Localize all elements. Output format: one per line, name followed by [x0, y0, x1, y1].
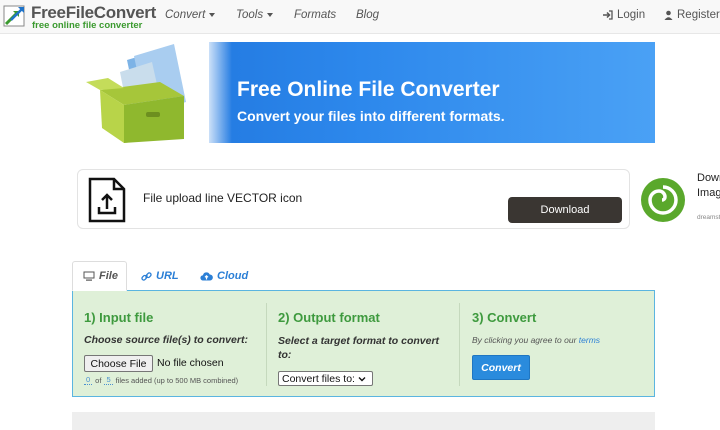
- tab-file-label: File: [99, 270, 118, 282]
- tab-url[interactable]: URL: [141, 261, 179, 291]
- terms-agreement: By clicking you agree to our terms: [472, 335, 600, 345]
- step2-title: 2) Output format: [278, 310, 380, 325]
- banner-image: [72, 42, 209, 143]
- login-link[interactable]: Login: [603, 9, 645, 21]
- no-file-text: No file chosen: [157, 357, 224, 369]
- content-placeholder: [72, 412, 655, 430]
- files-max-count: 5: [104, 375, 113, 385]
- column-divider: [459, 303, 460, 386]
- cloud-upload-icon: [200, 272, 213, 281]
- ad-side-text-1: Down: [697, 172, 720, 184]
- site-logo[interactable]: FreeFileConvert free online file convert…: [3, 3, 156, 31]
- choose-file-button[interactable]: Choose File: [84, 355, 153, 372]
- hero-banner: Free Online File Converter Convert your …: [72, 42, 655, 143]
- output-format-select[interactable]: Convert files to:: [278, 371, 373, 386]
- brand-tagline: free online file converter: [32, 20, 143, 31]
- chevron-down-icon: [267, 12, 274, 17]
- convert-button[interactable]: Convert: [472, 355, 530, 380]
- nav-formats[interactable]: Formats: [294, 9, 336, 21]
- monitor-icon: [83, 271, 95, 281]
- banner-subtitle: Convert your files into different format…: [237, 108, 505, 124]
- nav-blog[interactable]: Blog: [356, 9, 379, 21]
- size-limit-text: files added (up to 500 MB combined): [115, 375, 239, 385]
- register-label: Register: [677, 9, 720, 21]
- register-link[interactable]: Register: [664, 9, 720, 21]
- logo-arrows-icon: [3, 5, 25, 27]
- chevron-down-icon: [209, 12, 216, 17]
- top-navbar: FreeFileConvert free online file convert…: [0, 0, 720, 34]
- step3-title: 3) Convert: [472, 310, 537, 325]
- ad-side-text-2: Imag: [697, 187, 720, 199]
- link-icon: [141, 271, 152, 281]
- column-divider: [266, 303, 267, 386]
- step1-desc: Choose source file(s) to convert:: [84, 334, 248, 346]
- select-value: Convert files to:: [282, 372, 355, 385]
- step2-desc: Select a target format to convert to:: [278, 335, 440, 361]
- nav-formats-label: Formats: [294, 9, 337, 21]
- step1-title: 1) Input file: [84, 310, 154, 325]
- agree-text: By clicking you agree to our: [472, 335, 577, 345]
- storage-box-icon: [86, 44, 186, 143]
- nav-blog-label: Blog: [356, 9, 380, 21]
- files-count-line: 0 of 5 files added (up to 500 MB combine…: [84, 375, 238, 385]
- nav-convert[interactable]: Convert: [165, 9, 216, 21]
- login-label: Login: [617, 9, 646, 21]
- ad-download-button[interactable]: Download: [508, 197, 622, 223]
- file-upload-icon: [88, 177, 126, 223]
- dreamstime-logo-icon[interactable]: [640, 177, 686, 223]
- files-added-count: 0: [84, 375, 93, 385]
- sign-in-icon: [603, 10, 613, 20]
- tab-url-label: URL: [156, 270, 179, 282]
- nav-convert-label: Convert: [165, 9, 206, 21]
- tab-cloud[interactable]: Cloud: [200, 261, 248, 291]
- banner-title: Free Online File Converter: [237, 78, 500, 101]
- ad-side-text-3: dreamst: [697, 214, 720, 221]
- user-icon: [664, 10, 673, 20]
- nav-tools[interactable]: Tools: [236, 9, 274, 21]
- tab-file[interactable]: File: [72, 261, 127, 291]
- converter-panel: 1) Input file Choose source file(s) to c…: [72, 290, 655, 397]
- of-label: of: [95, 375, 102, 385]
- terms-link[interactable]: terms: [579, 335, 600, 345]
- advertisement-card[interactable]: File upload line VECTOR icon Download: [77, 169, 630, 229]
- ad-text: File upload line VECTOR icon: [143, 191, 303, 205]
- chevron-down-icon: [358, 376, 366, 381]
- tab-cloud-label: Cloud: [217, 270, 249, 282]
- nav-tools-label: Tools: [236, 9, 264, 21]
